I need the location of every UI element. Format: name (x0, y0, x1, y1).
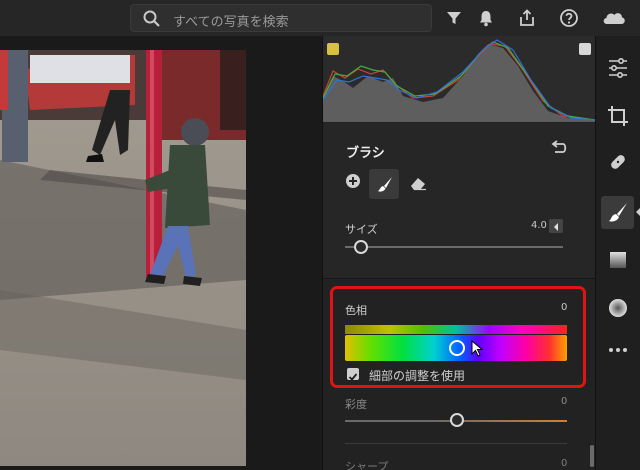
sharpness-value: 0 (561, 458, 568, 469)
search-icon (143, 10, 160, 27)
eraser-icon[interactable] (409, 175, 427, 191)
right-toolbar (595, 36, 640, 470)
chevron-left-icon (636, 208, 640, 216)
bandage-icon[interactable] (606, 150, 630, 174)
share-icon[interactable] (517, 8, 537, 28)
histogram (323, 36, 595, 122)
help-icon[interactable] (559, 8, 579, 28)
brush-icon (378, 177, 392, 192)
size-slider-thumb[interactable] (354, 240, 368, 254)
gradient-icon[interactable] (606, 248, 630, 272)
sharpness-label: シャープ (345, 460, 389, 470)
filter-icon[interactable] (444, 8, 464, 28)
search-input[interactable]: すべての写真を検索 (173, 11, 289, 30)
bell-icon[interactable] (476, 8, 496, 28)
annotation-highlight (330, 286, 586, 388)
edit-panel: ブラシ サイズ 4.0 色相 0 細部の調整を使用 彩度 0 シャープ 0 (322, 36, 595, 470)
size-value: 4.0 (531, 220, 547, 231)
brush-section: ブラシ サイズ 4.0 (323, 123, 595, 279)
saturation-label: 彩度 (345, 398, 367, 411)
more-icon[interactable] (606, 338, 630, 362)
brush-icon (609, 203, 627, 222)
saturation-value: 0 (561, 396, 568, 407)
cloud-icon[interactable] (601, 8, 627, 28)
size-slider-track[interactable] (345, 246, 563, 248)
radial-icon[interactable] (606, 296, 630, 320)
add-icon[interactable] (345, 173, 361, 189)
search-box[interactable]: すべての写真を検索 (130, 4, 432, 32)
photo-image[interactable] (0, 50, 246, 466)
sliders-icon[interactable] (606, 56, 630, 80)
brush-title: ブラシ (346, 146, 385, 161)
panel-scrollbar[interactable] (590, 445, 594, 467)
crop-icon[interactable] (606, 104, 630, 128)
size-stepper[interactable] (549, 219, 563, 233)
size-label: サイズ (345, 223, 378, 236)
reset-icon[interactable] (549, 140, 569, 156)
divider (345, 443, 567, 444)
top-bar: すべての写真を検索 (0, 0, 640, 36)
saturation-slider-thumb[interactable] (450, 413, 464, 427)
